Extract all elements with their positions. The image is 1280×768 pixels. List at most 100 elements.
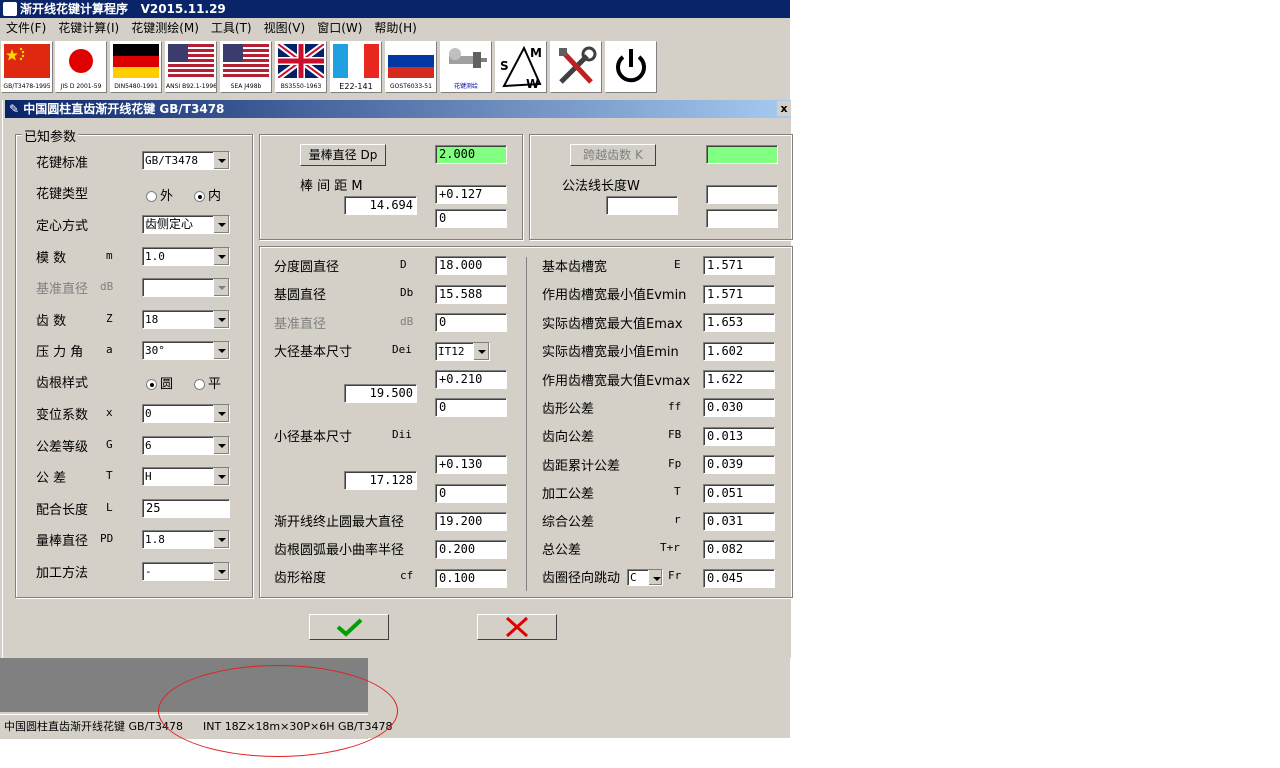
teeth-select[interactable]: 18	[142, 310, 230, 329]
chevron-down-icon[interactable]	[213, 216, 229, 233]
span-lower-field[interactable]	[706, 209, 778, 228]
pin-dia-button[interactable]: 量棒直径 Dp	[300, 144, 386, 166]
profile-tol-symbol: ff	[668, 400, 682, 413]
form-clearance-symbol: cf	[400, 569, 414, 582]
toolbar-spline-measure-button[interactable]: 花键测绘	[440, 41, 492, 93]
profile-tol-field[interactable]: 0.030	[703, 398, 775, 417]
toolbar-smw-button[interactable]: S M W	[495, 41, 547, 93]
emin-field[interactable]: 1.602	[703, 342, 775, 361]
menu-spline-calc[interactable]: 花键计算(I)	[52, 18, 125, 38]
centering-value: 齿侧定心	[145, 217, 194, 231]
evmin-field[interactable]: 1.571	[703, 285, 775, 304]
menu-bar: 文件(F) 花键计算(I) 花键测绘(M) 工具(T) 视图(V) 窗口(W) 帮助(H)	[0, 18, 790, 38]
major-grade-select[interactable]: IT12	[435, 342, 490, 361]
root-round-radio[interactable]: 圆	[146, 373, 173, 392]
grade-select[interactable]: 6	[142, 436, 230, 455]
evmax-field[interactable]: 1.622	[703, 370, 775, 389]
datum-dia-field[interactable]: 0	[435, 313, 507, 332]
span-k-field[interactable]	[706, 145, 778, 164]
chevron-down-icon[interactable]	[213, 405, 229, 422]
cancel-button[interactable]	[477, 614, 557, 640]
composite-tol-field[interactable]: 0.031	[703, 512, 775, 531]
toolbar-power-button[interactable]	[605, 41, 657, 93]
pin-dia-value: 1.8	[145, 533, 165, 546]
pressure-select[interactable]: 30°	[142, 341, 230, 360]
module-select[interactable]: 1.0	[142, 247, 230, 266]
pitch-dia-field[interactable]: 18.000	[435, 256, 507, 275]
menu-tools[interactable]: 工具(T)	[205, 18, 258, 38]
toolbar-usa-ansi-button[interactable]: ANSI B92.1-1996	[165, 41, 217, 93]
pitch-dia-label: 分度圆直径	[274, 260, 340, 275]
form-clearance-field[interactable]: 0.100	[435, 569, 507, 588]
toolbar-france-button[interactable]: E22-141	[330, 41, 382, 93]
helix-tol-field[interactable]: 0.013	[703, 427, 775, 446]
major-upper-field[interactable]: +0.210	[435, 370, 507, 389]
root-radius-label: 齿根圆弧最小曲率半径	[274, 543, 405, 558]
chevron-down-icon[interactable]	[648, 570, 662, 585]
chevron-down-icon[interactable]	[213, 248, 229, 265]
chevron-down-icon[interactable]	[473, 343, 489, 360]
menu-help[interactable]: 帮助(H)	[368, 18, 422, 38]
ok-button[interactable]	[309, 614, 389, 640]
centering-select[interactable]: 齿侧定心	[142, 215, 230, 234]
chevron-down-icon[interactable]	[213, 468, 229, 485]
base-circle-field[interactable]: 15.588	[435, 285, 507, 304]
chevron-down-icon[interactable]	[213, 342, 229, 359]
toolbar-tools-button[interactable]	[550, 41, 602, 93]
runout-select-value: C	[630, 571, 637, 584]
root-radius-field[interactable]: 0.200	[435, 540, 507, 559]
chevron-down-icon[interactable]	[213, 152, 229, 169]
machining-tol-field[interactable]: 0.051	[703, 484, 775, 503]
toolbar-japan-button[interactable]: JIS D 2001-59	[55, 41, 107, 93]
involute-end-field[interactable]: 19.200	[435, 512, 507, 531]
type-external-radio[interactable]: 外	[146, 185, 173, 204]
menu-window[interactable]: 窗口(W)	[311, 18, 368, 38]
minor-upper-field[interactable]: +0.130	[435, 455, 507, 474]
pin-dp-field[interactable]: 2.000	[435, 145, 507, 164]
runout-select[interactable]: C	[627, 569, 663, 586]
datum-dia-label: 基准直径	[274, 317, 327, 332]
menu-view[interactable]: 视图(V)	[258, 18, 312, 38]
span-teeth-button[interactable]: 跨越齿数 K	[570, 144, 656, 166]
base-dia-select	[142, 278, 230, 297]
pin-upper-field[interactable]: +0.127	[435, 185, 507, 204]
basic-space-width-field[interactable]: 1.571	[703, 256, 775, 275]
minor-lower-field[interactable]: 0	[435, 484, 507, 503]
toolbar-uk-button[interactable]: BS3550-1963	[275, 41, 327, 93]
pin-m-field[interactable]: 14.694	[344, 196, 417, 215]
menu-spline-measure[interactable]: 花键测绘(M)	[125, 18, 205, 38]
root-flat-radio[interactable]: 平	[194, 373, 221, 392]
method-select[interactable]: -	[142, 562, 230, 581]
total-tol-field[interactable]: 0.082	[703, 540, 775, 559]
type-internal-radio[interactable]: 内	[194, 185, 221, 204]
major-dia-field[interactable]: 19.500	[344, 384, 417, 403]
menu-file[interactable]: 文件(F)	[0, 18, 52, 38]
radio-icon	[194, 379, 205, 390]
annotation-ellipse	[158, 665, 398, 757]
pin-lower-field[interactable]: 0	[435, 209, 507, 228]
toolbar: GB/T3478-1995 JIS D 2001-59 DIN5480-1991…	[0, 40, 790, 94]
toolbar-germany-button[interactable]: DIN5480-1991	[110, 41, 162, 93]
chevron-down-icon[interactable]	[213, 563, 229, 580]
chevron-down-icon[interactable]	[213, 437, 229, 454]
emax-field[interactable]: 1.653	[703, 313, 775, 332]
pitch-tol-field[interactable]: 0.039	[703, 455, 775, 474]
length-input[interactable]: 25	[142, 499, 230, 518]
svg-text:W: W	[526, 77, 539, 90]
toolbar-usa-sea-button[interactable]: SEA J498b	[220, 41, 272, 93]
span-upper-field[interactable]	[706, 185, 778, 204]
toolbar-china-button[interactable]: GB/T3478-1995	[1, 41, 53, 93]
tolerance-select[interactable]: H	[142, 467, 230, 486]
runout-field[interactable]: 0.045	[703, 569, 775, 588]
major-lower-field[interactable]: 0	[435, 398, 507, 417]
toolbar-caption: 花键测绘	[453, 83, 478, 90]
toolbar-russia-button[interactable]: GOST6033-51	[385, 41, 437, 93]
chevron-down-icon[interactable]	[213, 531, 229, 548]
minor-dia-field[interactable]: 17.128	[344, 471, 417, 490]
close-icon[interactable]: x	[777, 101, 791, 116]
pin-dia-select[interactable]: 1.8	[142, 530, 230, 549]
span-w-field[interactable]	[606, 196, 678, 215]
standard-select[interactable]: GB/T3478	[142, 151, 230, 170]
shift-select[interactable]: 0	[142, 404, 230, 423]
chevron-down-icon[interactable]	[213, 311, 229, 328]
